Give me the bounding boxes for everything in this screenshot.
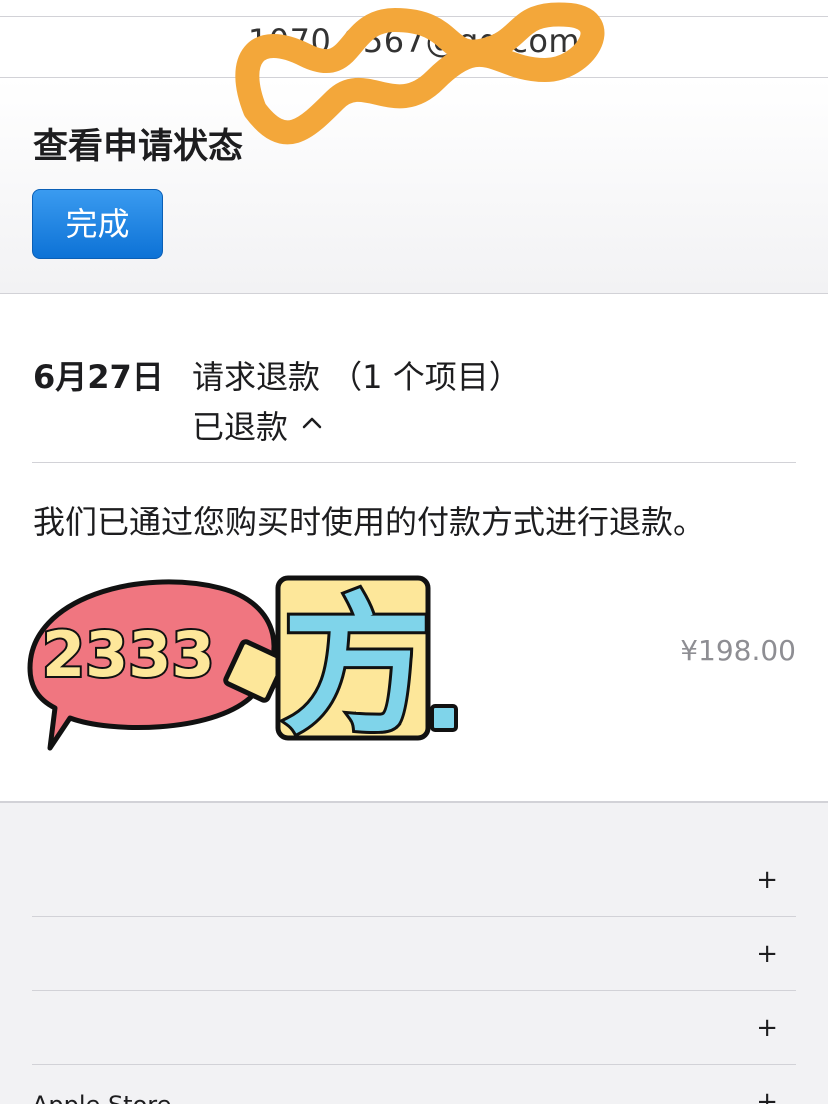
footer-row[interactable]: +: [32, 917, 796, 991]
plus-icon[interactable]: +: [756, 939, 778, 969]
sticker-text: 2333: [42, 618, 215, 691]
item-price: ¥198.00: [680, 634, 796, 667]
redaction-scribble: [235, 2, 605, 145]
refund-status-page: 1070 6567@qq.com 查看申请状态 完成 6月27日 请求退款 （1…: [0, 0, 828, 1104]
request-status[interactable]: 已退款: [192, 402, 288, 448]
footer-row-label: Apple Store: [32, 1091, 171, 1104]
done-button[interactable]: 完成: [32, 189, 163, 259]
chevron-up-icon[interactable]: [301, 415, 323, 431]
request-date: 6月27日: [33, 358, 164, 396]
request-type: 请求退款 （1 个项目）: [192, 358, 521, 396]
divider: [32, 462, 796, 463]
refund-note: 我们已通过您购买时使用的付款方式进行退款。: [33, 503, 706, 541]
watermark-sticker: 2333 方: [27, 575, 458, 757]
sticker-text: 方: [282, 580, 432, 754]
footer-row-apple-store[interactable]: Apple Store +: [32, 1065, 796, 1104]
plus-icon[interactable]: +: [756, 1013, 778, 1043]
footer-row[interactable]: +: [32, 843, 796, 917]
plus-icon[interactable]: +: [756, 865, 778, 895]
footer: + + + Apple Store +: [0, 803, 828, 1104]
footer-row[interactable]: +: [32, 991, 796, 1065]
page-title: 查看申请状态: [33, 127, 244, 167]
plus-icon[interactable]: +: [756, 1087, 778, 1104]
